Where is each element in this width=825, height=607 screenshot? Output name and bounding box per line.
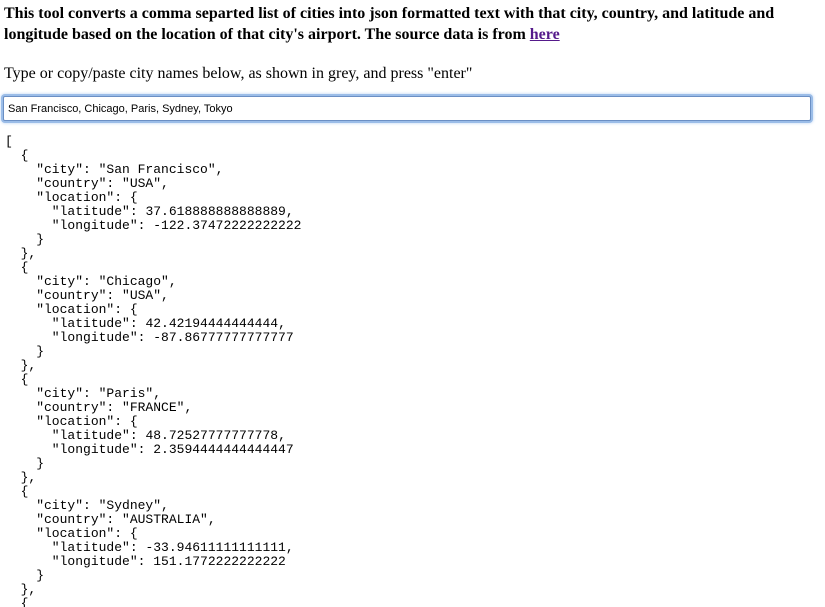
result-country: "USA" xyxy=(122,288,162,303)
result-latitude: 48.72527777777778 xyxy=(145,428,279,443)
result-country: "AUSTRALIA" xyxy=(122,512,208,527)
intro-text: This tool converts a comma separted list… xyxy=(4,3,816,45)
result-longitude: 2.3594444444444447 xyxy=(153,442,294,457)
result-longitude: -122.37472222222222 xyxy=(153,218,302,233)
city-list-input[interactable] xyxy=(3,96,811,121)
result-latitude: 42.42194444444444 xyxy=(145,316,279,331)
result-city: "Paris" xyxy=(98,386,154,401)
result-longitude: -87.86777777777777 xyxy=(153,330,294,345)
result-longitude: 151.1772222222222 xyxy=(153,554,286,569)
result-city: "Sydney" xyxy=(98,498,162,513)
result-country: "USA" xyxy=(122,176,162,191)
json-output: [ { "city": "San Francisco", "country": … xyxy=(5,134,302,607)
result-country: "FRANCE" xyxy=(122,400,185,415)
source-data-link[interactable]: here xyxy=(530,26,560,43)
result-latitude: 37.618888888888889 xyxy=(145,204,286,219)
result-city: "San Francisco" xyxy=(98,162,216,177)
result-city: "Chicago" xyxy=(98,274,169,289)
instruction-text: Type or copy/paste city names below, as … xyxy=(4,65,473,82)
result-latitude: -33.94611111111111 xyxy=(145,540,286,555)
intro-description: This tool converts a comma separted list… xyxy=(4,5,775,43)
